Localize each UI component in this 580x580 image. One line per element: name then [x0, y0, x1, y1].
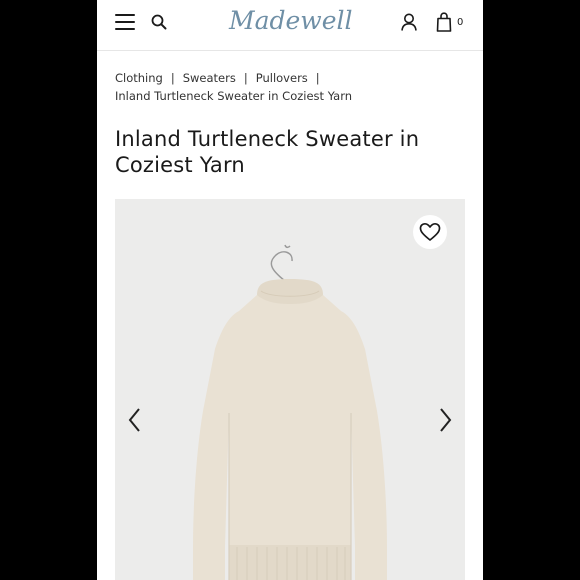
chevron-left-icon[interactable] — [127, 407, 143, 433]
account-icon[interactable] — [401, 13, 417, 31]
brand-logo[interactable]: Madewell — [229, 6, 353, 42]
breadcrumb-separator: | — [170, 71, 175, 85]
breadcrumb-separator: | — [243, 71, 248, 85]
page-title: Inland Turtleneck Sweater in Coziest Yar… — [115, 127, 420, 177]
search-icon[interactable] — [151, 14, 167, 30]
chevron-right-icon[interactable] — [437, 407, 453, 433]
breadcrumb: Clothing | Sweaters | Pullovers | Inland Turt… — [115, 69, 465, 105]
bag-icon[interactable] — [436, 12, 452, 32]
breadcrumb-link-pullovers[interactable]: Pullovers — [256, 71, 308, 85]
favorite-button[interactable] — [413, 215, 447, 249]
menu-icon[interactable] — [115, 14, 135, 32]
breadcrumb-link-sweaters[interactable]: Sweaters — [183, 71, 236, 85]
product-image — [193, 244, 387, 580]
bag-count: 0 — [457, 17, 464, 28]
product-image-gallery[interactable] — [115, 199, 465, 580]
breadcrumb-separator: | — [315, 71, 320, 85]
breadcrumb-current: Inland Turtleneck Sweater in Coziest Yar… — [115, 89, 353, 103]
site-header: Madewell 0 — [97, 0, 483, 51]
phone-screen: Madewell 0 Clothing | Sweaters | Pullovers | … — [97, 0, 483, 580]
heart-icon — [419, 222, 441, 241]
breadcrumb-link-clothing[interactable]: Clothing — [115, 71, 163, 85]
